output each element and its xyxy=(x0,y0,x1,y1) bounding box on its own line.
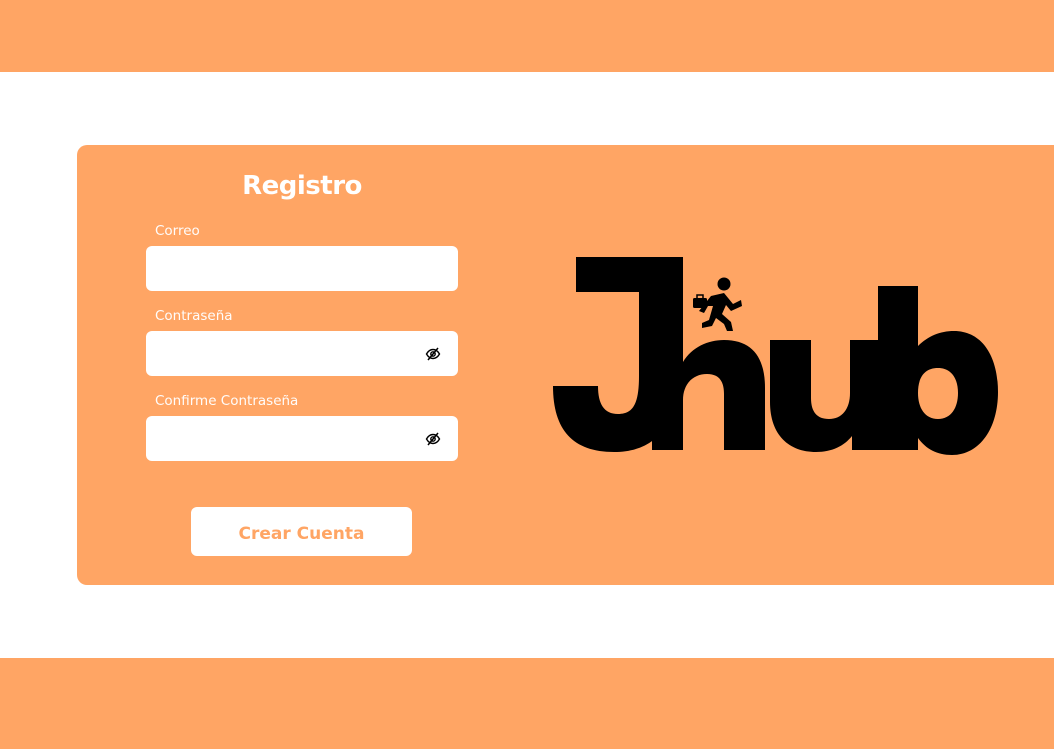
password-field-box xyxy=(146,331,458,376)
jhub-logo xyxy=(553,257,998,455)
password-field[interactable] xyxy=(146,331,416,376)
email-field-box xyxy=(146,246,458,291)
create-account-button[interactable]: Crear Cuenta xyxy=(191,507,412,556)
confirm-password-field[interactable] xyxy=(146,416,416,461)
running-person-briefcase-icon xyxy=(693,277,742,331)
confirm-password-field-box xyxy=(146,416,458,461)
eye-slash-icon[interactable] xyxy=(425,346,441,362)
page-title: Registro xyxy=(242,171,362,201)
header-bar xyxy=(0,0,1054,72)
email-field[interactable] xyxy=(146,246,458,291)
footer-bar xyxy=(0,658,1054,749)
password-label: Contraseña xyxy=(155,308,233,324)
confirm-password-label: Confirme Contraseña xyxy=(155,393,299,409)
eye-slash-icon[interactable] xyxy=(425,431,441,447)
email-label: Correo xyxy=(155,223,200,239)
